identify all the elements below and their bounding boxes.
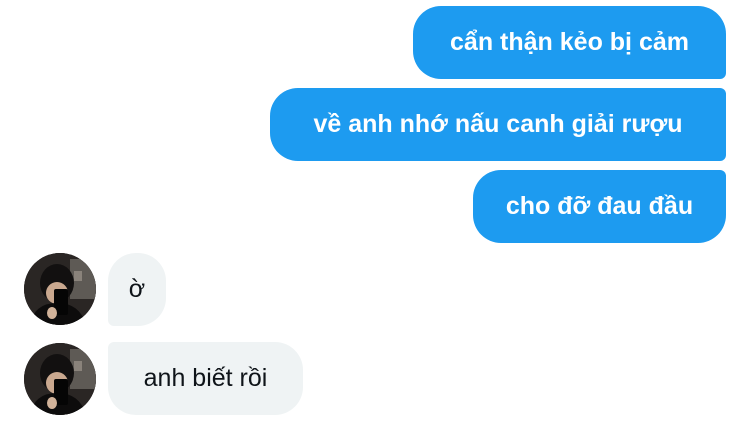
message-text: cho đỡ đau đầu (505, 192, 694, 220)
message-text: cẩn thận kẻo bị cảm (450, 28, 689, 56)
message-text: ờ (128, 275, 146, 303)
sent-message-bubble[interactable]: cho đỡ đau đầu (473, 170, 726, 243)
received-message-bubble[interactable]: anh biết rồi (108, 342, 303, 415)
sent-message-bubble[interactable]: về anh nhớ nấu canh giải rượu (270, 88, 726, 161)
profile-photo-icon (24, 253, 96, 325)
profile-photo-icon (24, 343, 96, 415)
message-text: về anh nhớ nấu canh giải rượu (313, 110, 683, 138)
avatar[interactable] (24, 253, 96, 325)
sent-message-bubble[interactable]: cẩn thận kẻo bị cảm (413, 6, 726, 79)
avatar[interactable] (24, 343, 96, 415)
message-text: anh biết rồi (143, 364, 268, 392)
received-message-bubble[interactable]: ờ (108, 253, 166, 326)
